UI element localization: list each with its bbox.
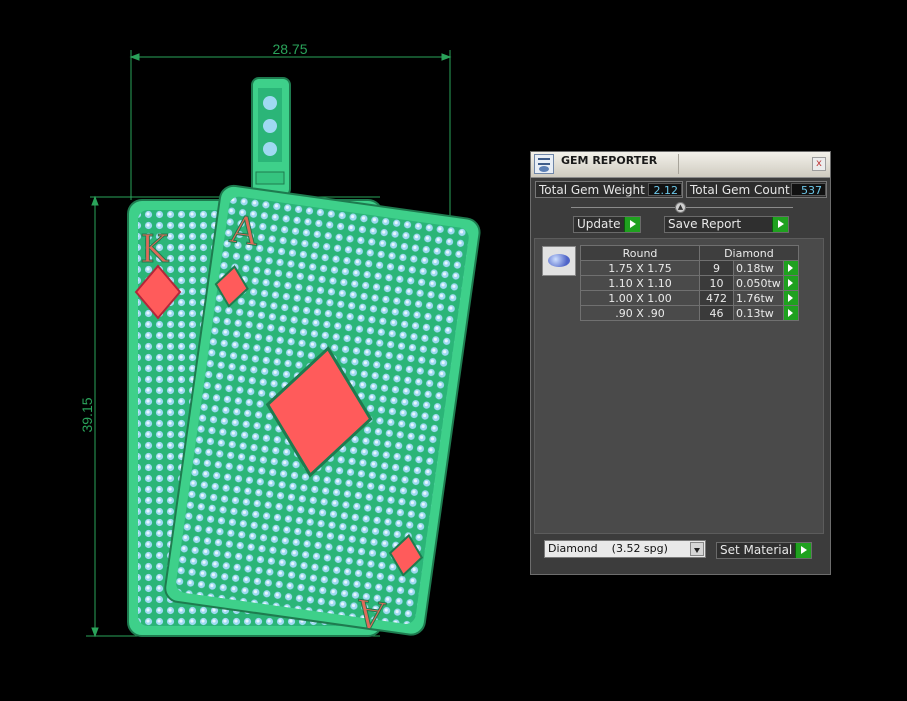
total-gem-weight-value: 2.12 — [648, 183, 682, 197]
gem-size-cell: 1.75 X 1.75 — [580, 260, 700, 276]
gem-weight-cell: 0.050tw — [733, 275, 784, 291]
table-row[interactable]: 1.10 X 1.10 10 0.050tw — [580, 275, 799, 291]
save-report-label: Save Report — [668, 217, 742, 231]
go-arrow-icon[interactable] — [782, 305, 799, 321]
gem-size-cell: 1.00 X 1.00 — [580, 290, 700, 306]
total-gem-count-label: Total Gem Count — [690, 183, 790, 197]
gem-count-cell: 10 — [699, 275, 734, 291]
total-gem-weight: Total Gem Weight 2.12 — [535, 181, 683, 198]
width-dimension-label: 28.75 — [272, 41, 307, 57]
gem-size-cell: .90 X .90 — [580, 305, 700, 321]
go-arrow-icon[interactable] — [782, 260, 799, 276]
table-header-row: Round Diamond — [580, 245, 799, 261]
gem-count-cell: 472 — [699, 290, 734, 306]
gem-count-cell: 46 — [699, 305, 734, 321]
gem-reporter-window[interactable]: GEM REPORTER x Total Gem Weight 2.12 Tot… — [530, 151, 831, 575]
gem-weight-cell: 0.13tw — [733, 305, 784, 321]
table-row[interactable]: .90 X .90 46 0.13tw — [580, 305, 799, 321]
dropdown-arrow-icon[interactable] — [690, 542, 704, 556]
set-material-button[interactable]: Set Material — [716, 542, 812, 559]
update-button[interactable]: Update — [573, 216, 641, 233]
table-row[interactable]: 1.00 X 1.00 472 1.76tw — [580, 290, 799, 306]
title-separator — [678, 154, 679, 174]
total-gem-weight-label: Total Gem Weight — [539, 183, 645, 197]
gem-icon[interactable] — [542, 246, 576, 276]
pendant-bail — [251, 77, 291, 197]
title-bar[interactable]: GEM REPORTER x — [531, 152, 830, 178]
total-gem-count: Total Gem Count 537 — [686, 181, 827, 198]
total-gem-count-value: 537 — [791, 183, 826, 197]
material-select[interactable]: Diamond (3.52 spg) — [544, 540, 706, 558]
height-dimension-label: 39.15 — [79, 397, 95, 432]
column-header-shape: Round — [580, 245, 700, 261]
material-select-value: Diamond (3.52 spg) — [548, 542, 668, 555]
gem-list-area[interactable]: Round Diamond 1.75 X 1.75 9 0.18tw 1.10 … — [534, 238, 824, 534]
set-material-label: Set Material — [720, 543, 793, 557]
gem-table: Round Diamond 1.75 X 1.75 9 0.18tw 1.10 … — [580, 245, 799, 321]
save-report-button[interactable]: Save Report — [664, 216, 789, 233]
window-title: GEM REPORTER — [561, 154, 658, 167]
king-rank-label: K — [140, 227, 169, 271]
column-header-material: Diamond — [699, 245, 799, 261]
gem-size-cell: 1.10 X 1.10 — [580, 275, 700, 291]
go-arrow-icon — [795, 543, 811, 558]
go-arrow-icon — [772, 217, 788, 232]
table-row[interactable]: 1.75 X 1.75 9 0.18tw — [580, 260, 799, 276]
collapse-icon[interactable]: ▲ — [675, 202, 686, 213]
update-label: Update — [577, 217, 621, 231]
gem-weight-cell: 1.76tw — [733, 290, 784, 306]
go-arrow-icon — [624, 217, 640, 232]
close-button[interactable]: x — [812, 157, 826, 171]
app-icon — [534, 154, 554, 174]
go-arrow-icon[interactable] — [782, 290, 799, 306]
gem-weight-cell: 0.18tw — [733, 260, 784, 276]
gem-count-cell: 9 — [699, 260, 734, 276]
go-arrow-icon[interactable] — [782, 275, 799, 291]
